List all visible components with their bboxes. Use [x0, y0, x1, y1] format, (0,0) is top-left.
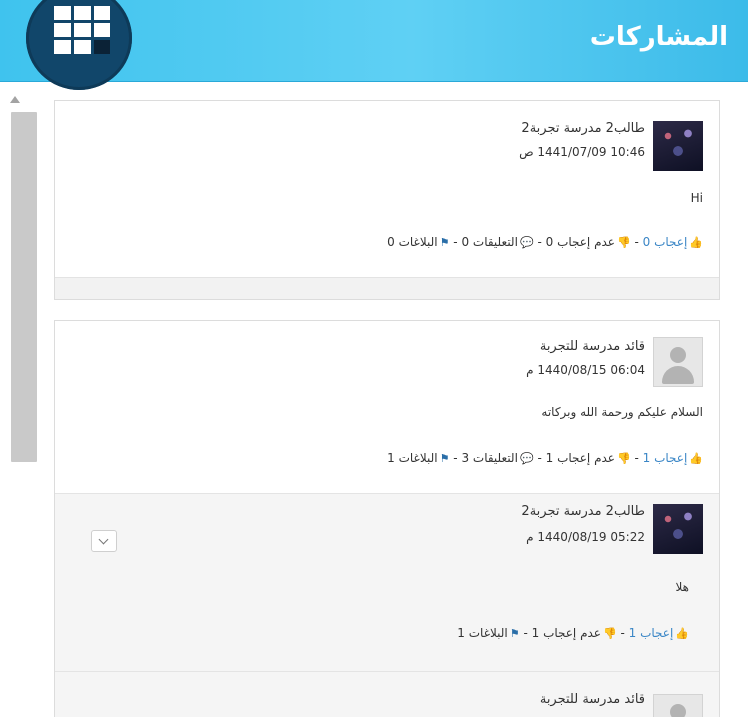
flag-icon[interactable]: ⚑ [510, 627, 520, 640]
thumbs-up-icon: 👍 [689, 452, 703, 465]
reply-date: 05:22 1440/08/19 م [526, 530, 645, 544]
post-actions: 👍إعجاب 1 - 👎عدم إعجاب 1 - 💬التعليقات 3 -… [387, 451, 703, 465]
comments-label[interactable]: التعليقات 0 [461, 235, 517, 249]
reports-label[interactable]: البلاغات 1 [457, 626, 507, 640]
post-card: قائد مدرسة للتجربة 06:04 1440/08/15 م ال… [54, 320, 720, 717]
like-link[interactable]: إعجاب 1 [643, 451, 688, 465]
reply-options-dropdown[interactable] [91, 530, 117, 552]
flag-icon[interactable]: ⚑ [440, 452, 450, 465]
default-user-icon [670, 704, 686, 717]
reply-actions: 👍إعجاب 1 - 👎عدم إعجاب 1 - ⚑البلاغات 1 [457, 626, 689, 640]
comment-icon[interactable]: 💬 [520, 452, 534, 465]
post-author[interactable]: طالب2 مدرسة تجربة2 [521, 121, 645, 136]
chevron-down-icon [98, 534, 109, 545]
dislike-label[interactable]: عدم إعجاب 1 [546, 451, 615, 465]
avatar[interactable] [653, 694, 703, 717]
reports-label[interactable]: البلاغات 0 [387, 235, 437, 249]
reply-author[interactable]: طالب2 مدرسة تجربة2 [521, 504, 645, 519]
windows-tiles-icon [54, 6, 110, 54]
reply-item: طالب2 مدرسة تجربة2 05:22 1440/08/19 م هل… [55, 493, 719, 671]
default-user-icon [670, 347, 686, 363]
dislike-label[interactable]: عدم إعجاب 0 [546, 235, 615, 249]
post-actions: 👍إعجاب 0 - 👎عدم إعجاب 0 - 💬التعليقات 0 -… [387, 235, 703, 249]
comments-label[interactable]: التعليقات 3 [461, 451, 517, 465]
thumbs-down-icon[interactable]: 👎 [617, 236, 631, 249]
scrollbar-thumb[interactable] [11, 112, 37, 462]
post-author[interactable]: قائد مدرسة للتجربة [540, 339, 645, 354]
reply-content: هلا [675, 580, 690, 594]
post-date: 06:04 1440/08/15 م [526, 363, 645, 377]
reply-author[interactable]: قائد مدرسة للتجربة [540, 692, 645, 707]
reply-item: قائد مدرسة للتجربة [55, 671, 719, 717]
like-link[interactable]: إعجاب 1 [629, 626, 674, 640]
post-content: السلام عليكم ورحمة الله وبركاته [541, 405, 703, 419]
thumbs-up-icon: 👍 [675, 627, 689, 640]
page-title: المشاركات [589, 22, 728, 52]
comment-icon[interactable]: 💬 [520, 236, 534, 249]
thumbs-down-icon[interactable]: 👎 [617, 452, 631, 465]
avatar[interactable] [653, 121, 703, 171]
flag-icon[interactable]: ⚑ [440, 236, 450, 249]
reports-label[interactable]: البلاغات 1 [387, 451, 437, 465]
post-date: 10:46 1441/07/09 ص [519, 145, 645, 159]
dislike-label[interactable]: عدم إعجاب 1 [532, 626, 601, 640]
post-content: Hi [690, 191, 703, 205]
like-link[interactable]: إعجاب 0 [643, 235, 688, 249]
thumbs-up-icon: 👍 [689, 236, 703, 249]
scroll-up-arrow-icon[interactable] [10, 96, 20, 103]
post-card: طالب2 مدرسة تجربة2 10:46 1441/07/09 ص Hi… [54, 100, 720, 300]
avatar[interactable] [653, 337, 703, 387]
avatar[interactable] [653, 504, 703, 554]
thumbs-down-icon[interactable]: 👎 [603, 627, 617, 640]
post-footer [55, 277, 719, 299]
